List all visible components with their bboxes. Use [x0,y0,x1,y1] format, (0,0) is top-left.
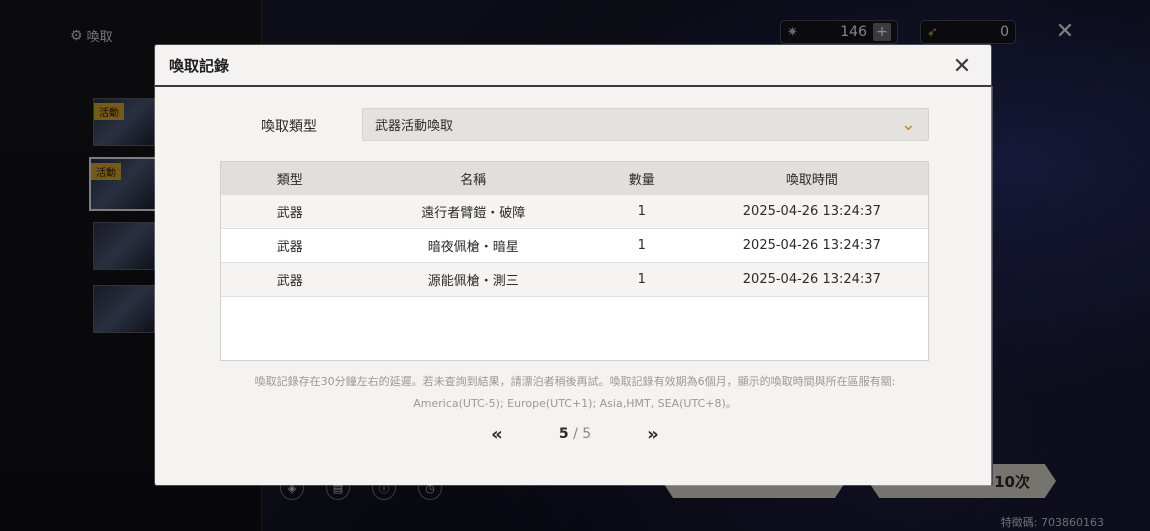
cell-qty: 1 [637,204,646,219]
current-page: 5 [558,426,569,442]
chevron-down-icon: ⌄ [900,114,916,135]
dialog-title: 喚取記錄 [169,56,230,75]
delay-notice-line1: 喚取記錄存在30分鐘左右的延遲。若未查詢到結果，請漂泊者稍後再試。喚取記錄有效期… [254,375,896,388]
table-row: 武器 源能佩槍・測三 1 2025-04-26 13:24:37 [221,263,928,297]
dialog-header: 喚取記錄 [155,45,991,87]
total-pages: / 5 [573,426,592,442]
pull-history-dialog: 喚取記錄 ✕ 喚取類型 武器活動喚取 ⌄ 類型 名稱 數量 喚取時間 武器 遠行… [155,45,991,485]
header-time: 喚取時間 [785,173,838,188]
next-page-icon[interactable]: » [641,424,665,445]
cell-qty: 1 [637,238,646,253]
cell-time: 2025-04-26 13:24:37 [742,238,881,253]
table-header: 類型 名稱 數量 喚取時間 [221,162,928,195]
pull-type-select[interactable]: 武器活動喚取 ⌄ [362,108,929,141]
cell-type: 武器 [276,240,303,255]
page-indicator: 5 / 5 [559,426,591,442]
cell-name: 源能佩槍・測三 [427,274,519,289]
header-name: 名稱 [460,173,487,188]
pull-type-label: 喚取類型 [261,119,317,135]
header-qty: 數量 [628,173,655,188]
cell-name: 暗夜佩槍・暗星 [427,240,519,255]
pull-type-value: 武器活動喚取 [375,119,454,134]
cell-time: 2025-04-26 13:24:37 [742,204,881,219]
header-type: 類型 [276,173,303,188]
cell-name: 遠行者臂鎧・破障 [421,206,526,221]
table-body: 武器 遠行者臂鎧・破障 1 2025-04-26 13:24:37 武器 暗夜佩… [221,195,928,297]
cell-qty: 1 [637,272,646,287]
table-row: 武器 遠行者臂鎧・破障 1 2025-04-26 13:24:37 [221,195,928,229]
history-table: 類型 名稱 數量 喚取時間 武器 遠行者臂鎧・破障 1 2025-04-26 1… [220,161,929,361]
cell-time: 2025-04-26 13:24:37 [742,272,881,287]
table-row: 武器 暗夜佩槍・暗星 1 2025-04-26 13:24:37 [221,229,928,263]
dialog-close-icon[interactable]: ✕ [948,53,976,79]
cell-type: 武器 [276,206,303,221]
cell-type: 武器 [276,274,303,289]
delay-notice-line2: America(UTC-5); Europe(UTC+1); Asia,HMT,… [413,397,737,410]
prev-page-icon[interactable]: « [485,424,509,445]
delay-notice: 喚取記錄存在30分鐘左右的延遲。若未查詢到結果，請漂泊者稍後再試。喚取記錄有效期… [215,371,935,415]
pagination: « 5 / 5 » [485,423,665,445]
